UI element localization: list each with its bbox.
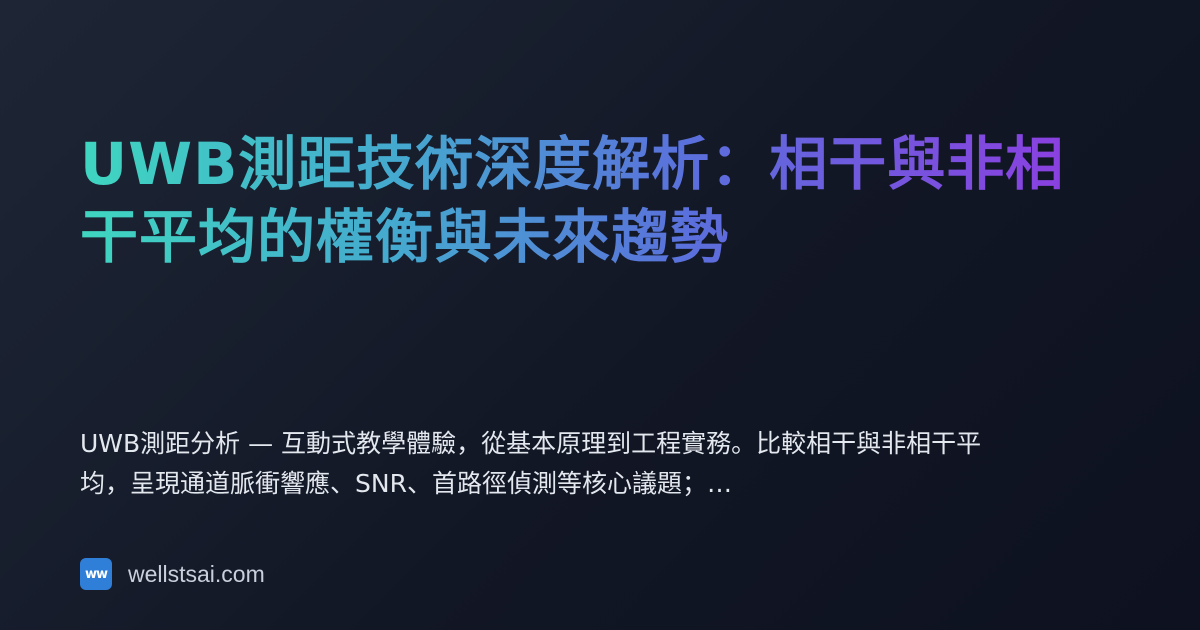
site-logo-icon: ww [80,558,112,590]
site-domain[interactable]: wellstsai.com [128,561,265,588]
site-branding[interactable]: ww wellstsai.com [80,557,265,591]
page-title: UWB測距技術深度解析：相干與非相干平均的權衡與未來趨勢 [80,128,1070,274]
social-preview-card: UWB測距技術深度解析：相干與非相干平均的權衡與未來趨勢 UWB測距分析 — 互… [0,0,1200,630]
page-description: UWB測距分析 — 互動式教學體驗，從基本原理到工程實務。比較相干與非相干平均，… [80,429,982,498]
